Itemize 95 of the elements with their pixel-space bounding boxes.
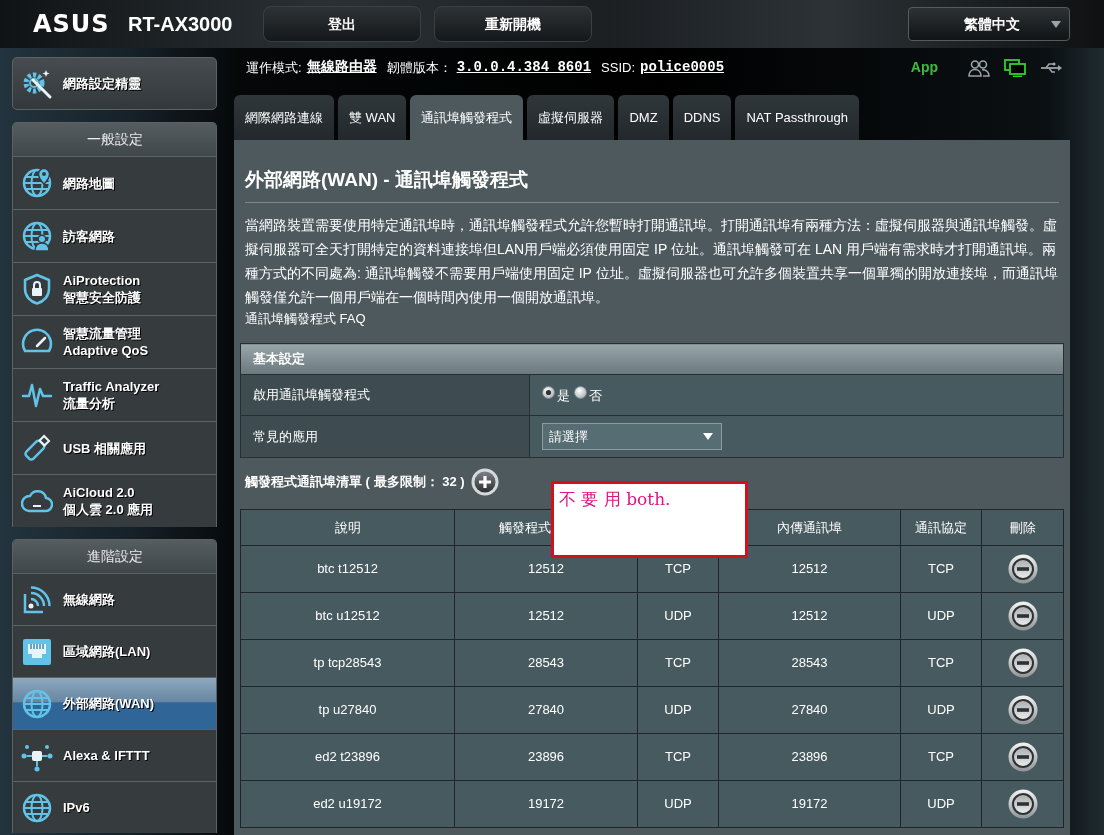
app-link[interactable]: App [910,57,938,78]
table-cell: ed2 t23896 [240,733,455,781]
delete-icon[interactable] [1007,601,1038,631]
table-cell: UDP [637,592,719,640]
radio-label: 是 [557,386,570,405]
tab[interactable]: 通訊埠觸發程式 [410,95,524,140]
shield-lock-icon [21,273,53,305]
section-header: 一般設定 [13,123,216,156]
globe-icon [21,791,53,824]
tab[interactable]: DMZ [618,95,669,140]
table-cell: TCP [900,639,982,687]
table-cell: 23896 [454,733,638,781]
section-header: 進階設定 [13,540,216,573]
people-icon[interactable] [968,58,990,77]
status-label: 韌體版本： [386,58,452,77]
tab[interactable]: DDNS [672,95,732,140]
tab[interactable]: 網際網路連線 [234,95,334,140]
sidebar-item[interactable]: 網路地圖 [13,156,216,209]
table-cell: btc t12512 [240,545,455,593]
column-header: 通訊協定 [900,509,982,546]
radio-button[interactable] [542,385,555,399]
page-title: 外部網路(WAN) - 通訊埠觸發程式 [245,168,529,192]
sidebar-item[interactable]: 訪客網路 [13,209,216,262]
table-cell: TCP [900,733,982,781]
table-cell: TCP [637,639,719,687]
status-link[interactable]: police0005 [640,57,725,78]
sidebar-item[interactable]: Traffic Analyzer 流量分析 [13,368,216,421]
table-cell: UDP [900,686,982,734]
column-header: 刪除 [981,509,1064,546]
table-cell: TCP [637,733,719,781]
table-cell: 27840 [718,686,901,734]
caret-icon [1051,20,1061,28]
table-cell: UDP [900,780,982,828]
wizard-button[interactable]: 網路設定精靈 [12,57,217,110]
status-label: SSID: [601,58,635,77]
model-name: RT-AX3000 [128,12,233,37]
app-select[interactable]: 請選擇 [542,423,722,450]
status-label: 運作模式: [246,58,302,77]
delete-icon[interactable] [1007,554,1038,584]
table-cell: TCP [900,545,982,593]
sidebar-item[interactable]: IPv6 [13,781,216,833]
usb-stick-icon [21,432,53,464]
faq-link[interactable]: 通訊埠觸發程式 FAQ [245,311,366,326]
sidebar-item[interactable]: AiCloud 2.0 個人雲 2.0 應用 [13,474,216,527]
tab[interactable]: 雙 WAN [338,95,407,140]
column-header: 說明 [240,509,455,546]
globe-person-icon [21,220,53,252]
description-text: 當網路裝置需要使用特定通訊埠時，通訊埠觸發程式允許您暫時打開通訊埠。打開通訊埠有兩種方法：虛擬伺服器與通訊埠觸發。虛擬伺服器可全天打開特定的資料連接埠但LAN用戶端必須使用固定 IP 位址。通訊埠觸發可在 LAN 用戶端有需求時才打開通訊埠。兩種方式的不同處為: 通訊埠觸發不需要用戶端使用固定 IP 位址。虛擬伺服器也可允許多個裝置共享一個單獨的開放連接埠，而通訊埠觸發僅允許一個用戶端在一個時間內使用一個開放通訊埠。 [245,216,1059,307]
table-cell: 12512 [718,592,901,640]
add-icon[interactable] [470,468,499,496]
delete-icon[interactable] [1007,695,1038,725]
radio-button[interactable] [574,385,587,399]
language-dropdown[interactable]: 繁體中文 [908,7,1070,41]
sidebar-item[interactable]: 智慧流量管理 Adaptive QoS [13,315,216,368]
table-cell: 27840 [454,686,638,734]
delete-icon[interactable] [1007,648,1038,678]
setting-label: 常見的應用 [240,415,530,458]
header-button[interactable]: 登出 [262,6,421,42]
table-cell: btc u12512 [240,592,455,640]
header-button[interactable]: 重新開機 [433,6,592,42]
table-cell: UDP [900,592,982,640]
annotation-note: 不 要 用 both. [551,481,748,558]
list-title: 觸發程式通訊埠清單 ( 最多限制： 32 ) [245,473,465,492]
radio-label: 否 [589,386,602,405]
delete-icon[interactable] [1007,789,1038,819]
delete-icon[interactable] [1007,742,1038,772]
tab[interactable]: 虛擬伺服器 [527,95,615,140]
table-cell: 28543 [454,639,638,687]
table-cell: 28543 [718,639,901,687]
setting-label: 啟用通訊埠觸發程式 [240,374,530,416]
sidebar-item[interactable]: USB 相關應用 [13,421,216,474]
table-cell: 12512 [718,545,901,593]
status-link[interactable]: 無線路由器 [306,57,377,78]
table-cell: tp tcp28543 [240,639,455,687]
table-cell: 12512 [454,592,638,640]
wifi-frame-icon [21,583,53,616]
tab[interactable]: NAT Passthrough [735,95,859,140]
caret-icon [703,433,713,440]
sidebar-item[interactable]: Alexa & IFTTT [13,729,216,781]
status-link[interactable]: 3.0.0.4.384_8601 [456,57,592,78]
brand-logo: ASUS [33,9,111,39]
sidebar-item[interactable]: 外部網路(WAN) [13,677,216,729]
globe-pin-icon [21,167,53,199]
section-header: 基本設定 [240,343,1064,375]
table-cell: tp u27840 [240,686,455,734]
globe-icon [21,687,53,720]
table-cell: 19172 [718,780,901,828]
sidebar-item[interactable]: AiProtection 智慧安全防護 [13,262,216,315]
table-cell: UDP [637,780,719,828]
table-cell: 23896 [718,733,901,781]
sidebar-item[interactable]: 無線網路 [13,573,216,625]
table-cell: UDP [637,686,719,734]
table-cell: ed2 u19172 [240,780,455,828]
table-cell: 19172 [454,780,638,828]
monitor-icon[interactable] [1004,58,1026,77]
